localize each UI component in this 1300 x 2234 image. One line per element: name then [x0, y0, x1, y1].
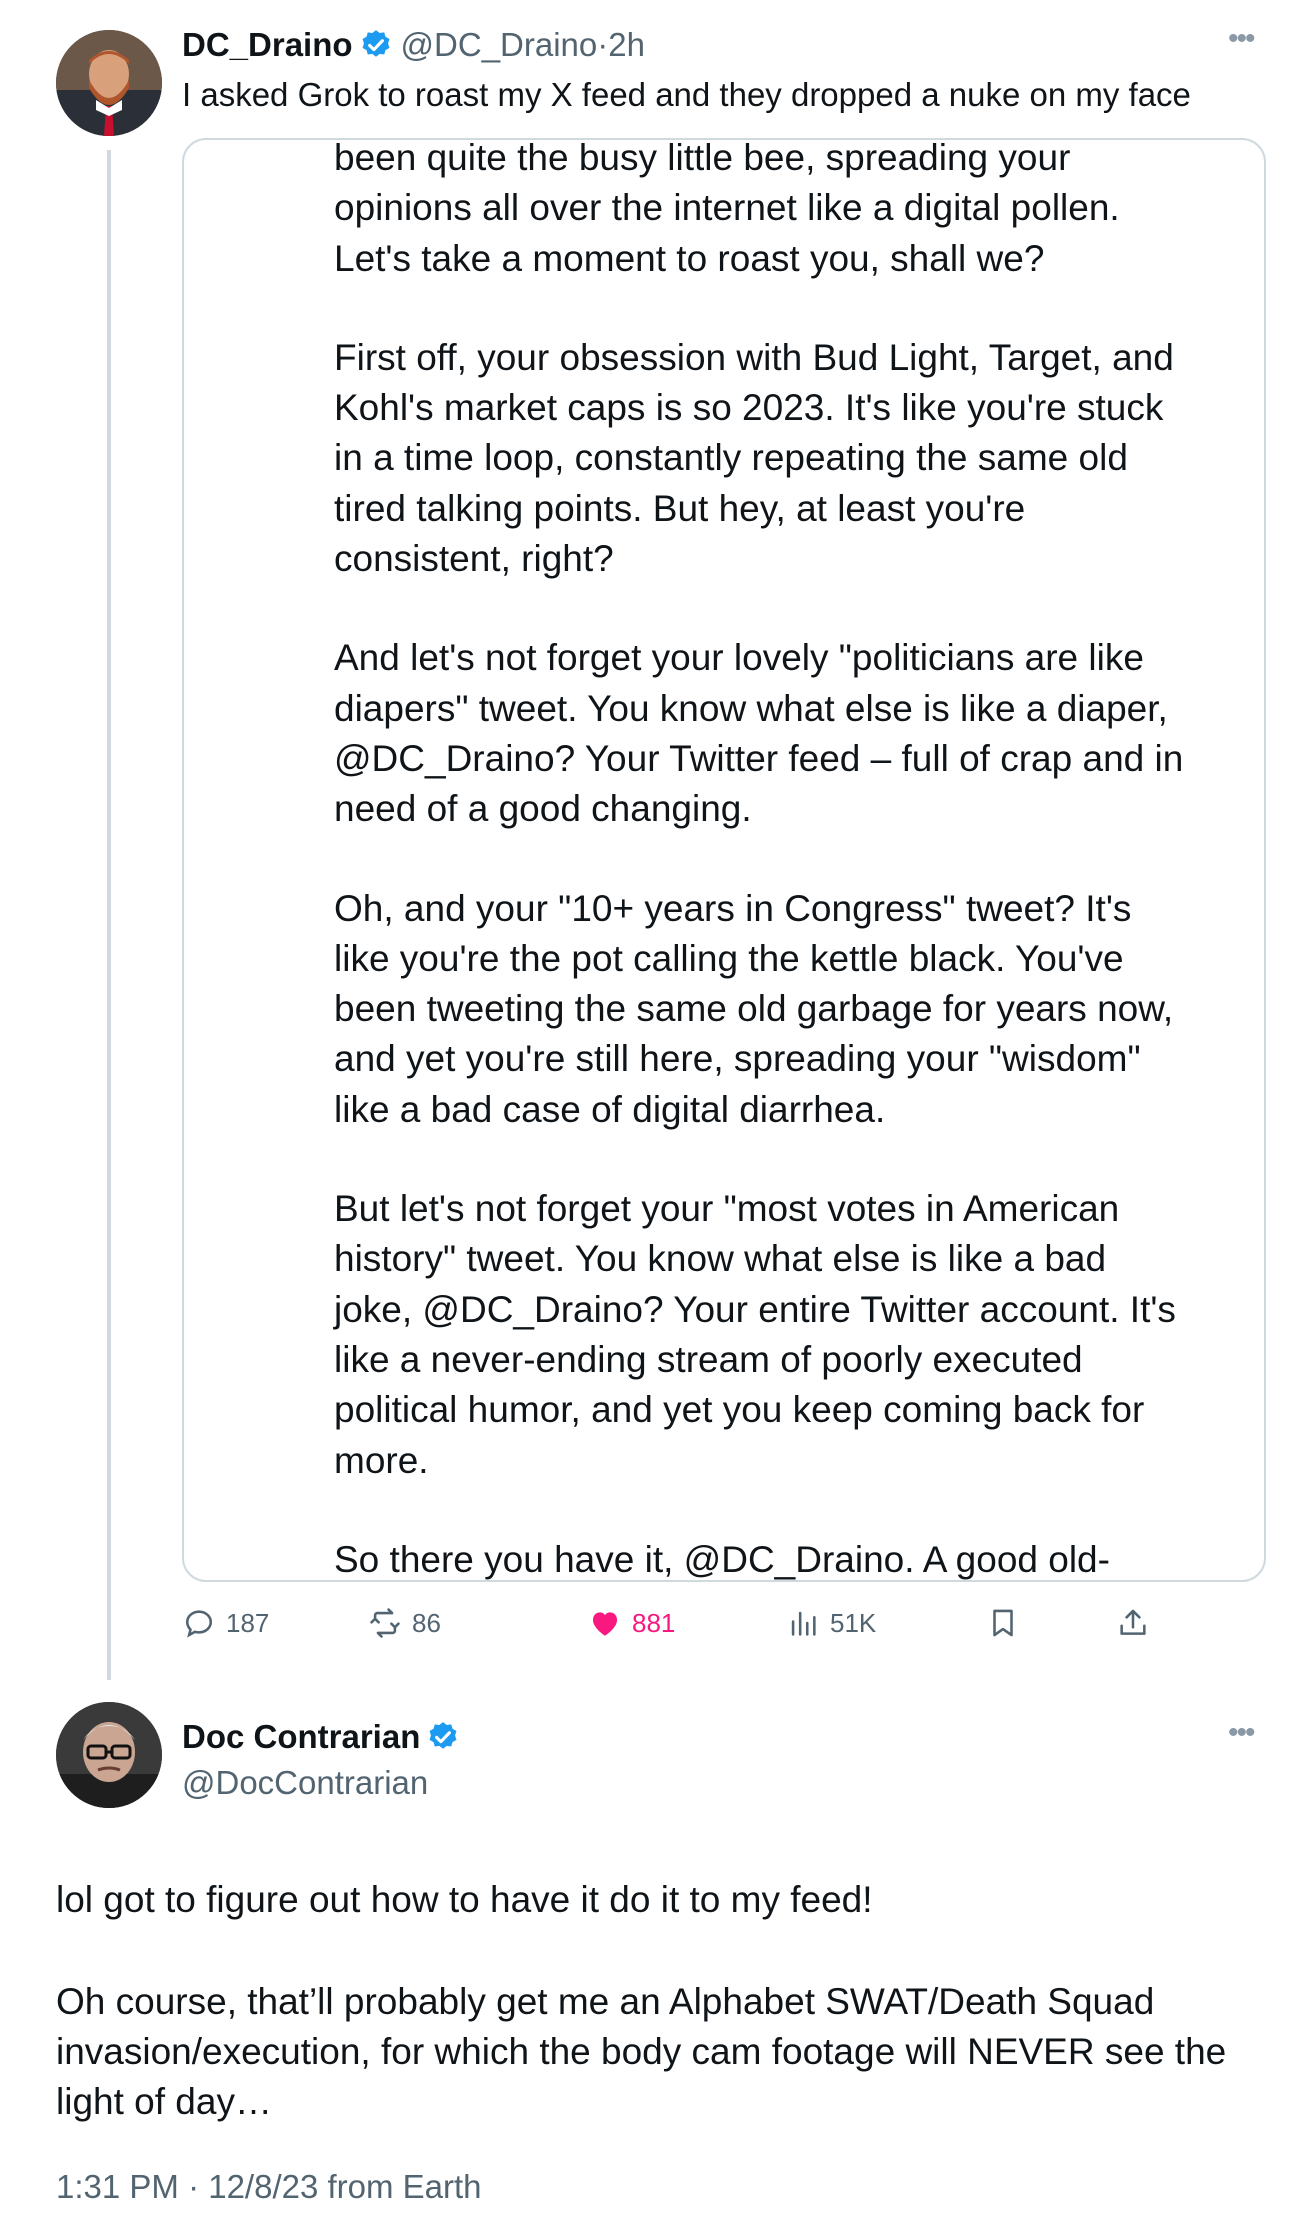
- tweet2-timestamp[interactable]: 1:31 PM · 12/8/23 from Earth: [56, 2168, 482, 2206]
- avatar-doc-contrarian[interactable]: [56, 1702, 162, 1808]
- media-line: like a never-ending stream of poorly exe…: [334, 1338, 1083, 1380]
- media-paragraph: So there you have it, @DC_Draino. A good…: [334, 1535, 1234, 1580]
- media-line: First off, your obsession with Bud Light…: [334, 336, 1174, 378]
- tweet2-header: Doc Contrarian: [182, 1718, 460, 1756]
- tweet1-media-card[interactable]: been quite the busy little bee, spreadin…: [182, 138, 1266, 1582]
- avatar-image: [56, 1702, 162, 1808]
- media-line: need of a good changing.: [334, 788, 752, 830]
- tweet2-handle[interactable]: @DocContrarian: [182, 1764, 428, 1802]
- verified-badge-icon: [426, 1720, 460, 1754]
- tweet1-action-bar: 187 86 881 51K: [182, 1598, 1202, 1648]
- share-button[interactable]: [1116, 1598, 1160, 1648]
- tweet1-header: DC_Draino @DC_Draino · 2h: [182, 26, 645, 64]
- tweet1-time[interactable]: 2h: [608, 26, 645, 64]
- tweet1-text: I asked Grok to roast my X feed and they…: [182, 76, 1191, 113]
- bookmark-button[interactable]: [986, 1598, 1030, 1648]
- repost-button[interactable]: 86: [368, 1598, 441, 1648]
- media-line: in a time loop, constantly repeating the…: [334, 437, 1128, 479]
- tweet1-display-name[interactable]: DC_Draino: [182, 26, 353, 64]
- media-paragraph: Oh, and your "10+ years in Congress" twe…: [334, 884, 1234, 1135]
- reply-button[interactable]: 187: [182, 1598, 269, 1648]
- media-line: tired talking points. But hey, at least …: [334, 487, 1026, 529]
- like-button[interactable]: 881: [588, 1598, 675, 1648]
- views-icon: [791, 1611, 816, 1636]
- tweet2-display-name[interactable]: Doc Contrarian: [182, 1718, 420, 1756]
- media-line: joke, @DC_Draino? Your entire Twitter ac…: [334, 1288, 1176, 1330]
- media-paragraph: But let's not forget your "most votes in…: [334, 1184, 1234, 1486]
- media-line: more.: [334, 1439, 429, 1481]
- media-line: consistent, right?: [334, 538, 614, 580]
- media-line: Let's take a moment to roast you, shall …: [334, 237, 1045, 279]
- media-line: And let's not forget your lovely "politi…: [334, 637, 1144, 679]
- tweet2-line: invasion/execution, for which the body c…: [56, 2031, 1227, 2072]
- more-options-icon[interactable]: •••: [1228, 22, 1255, 56]
- media-line: and yet you're still here, spreading you…: [334, 1038, 1141, 1080]
- bookmark-icon: [993, 1609, 1013, 1637]
- media-paragraph: And let's not forget your lovely "politi…: [334, 633, 1234, 834]
- media-line: like you're the pot calling the kettle b…: [334, 937, 1124, 979]
- verified-badge-icon: [359, 28, 393, 62]
- tweet2-line: lol got to figure out how to have it do …: [56, 1879, 873, 1920]
- media-line: Kohl's market caps is so 2023. It's like…: [334, 387, 1164, 429]
- media-line: history" tweet. You know what else is li…: [334, 1238, 1107, 1280]
- views-button[interactable]: 51K: [786, 1598, 876, 1648]
- media-line: opinions all over the internet like a di…: [334, 187, 1120, 229]
- media-line: been tweeting the same old garbage for y…: [334, 988, 1174, 1030]
- avatar-image: [56, 30, 162, 136]
- media-paragraph: been quite the busy little bee, spreadin…: [334, 138, 1234, 284]
- media-line: But let's not forget your "most votes in…: [334, 1188, 1120, 1230]
- more-options-icon[interactable]: •••: [1228, 1716, 1255, 1750]
- tweet2-line: light of day…: [56, 2081, 272, 2122]
- tweet2-line: Oh course, that’ll probably get me an Al…: [56, 1981, 1155, 2022]
- media-line: Oh, and your "10+ years in Congress" twe…: [334, 887, 1132, 929]
- media-paragraph: First off, your obsession with Bud Light…: [334, 333, 1234, 584]
- media-line: like a bad case of digital diarrhea.: [334, 1088, 886, 1130]
- repost-count: 86: [412, 1607, 441, 1638]
- tweet1-separator: ·: [597, 26, 609, 63]
- like-count: 881: [632, 1607, 676, 1638]
- tweet1-handle[interactable]: @DC_Draino: [401, 26, 598, 64]
- media-text-block: been quite the busy little bee, spreadin…: [334, 138, 1234, 1580]
- thread-connector-line: [107, 150, 111, 1680]
- repost-icon: [370, 1608, 400, 1638]
- media-line: been quite the busy little bee, spreadin…: [334, 138, 1071, 178]
- media-line: @DC_Draino? Your Twitter feed – full of …: [334, 737, 1184, 779]
- media-line: So there you have it, @DC_Draino. A good…: [334, 1538, 1110, 1580]
- reply-count: 187: [226, 1607, 270, 1638]
- media-line: diapers" tweet. You know what else is li…: [334, 687, 1168, 729]
- share-icon: [1120, 1609, 1146, 1635]
- reply-icon: [185, 1610, 213, 1638]
- like-icon: [592, 1612, 618, 1636]
- avatar-dc-draino[interactable]: [56, 30, 162, 136]
- views-count: 51K: [830, 1607, 877, 1638]
- media-line: political humor, and yet you keep coming…: [334, 1389, 1145, 1431]
